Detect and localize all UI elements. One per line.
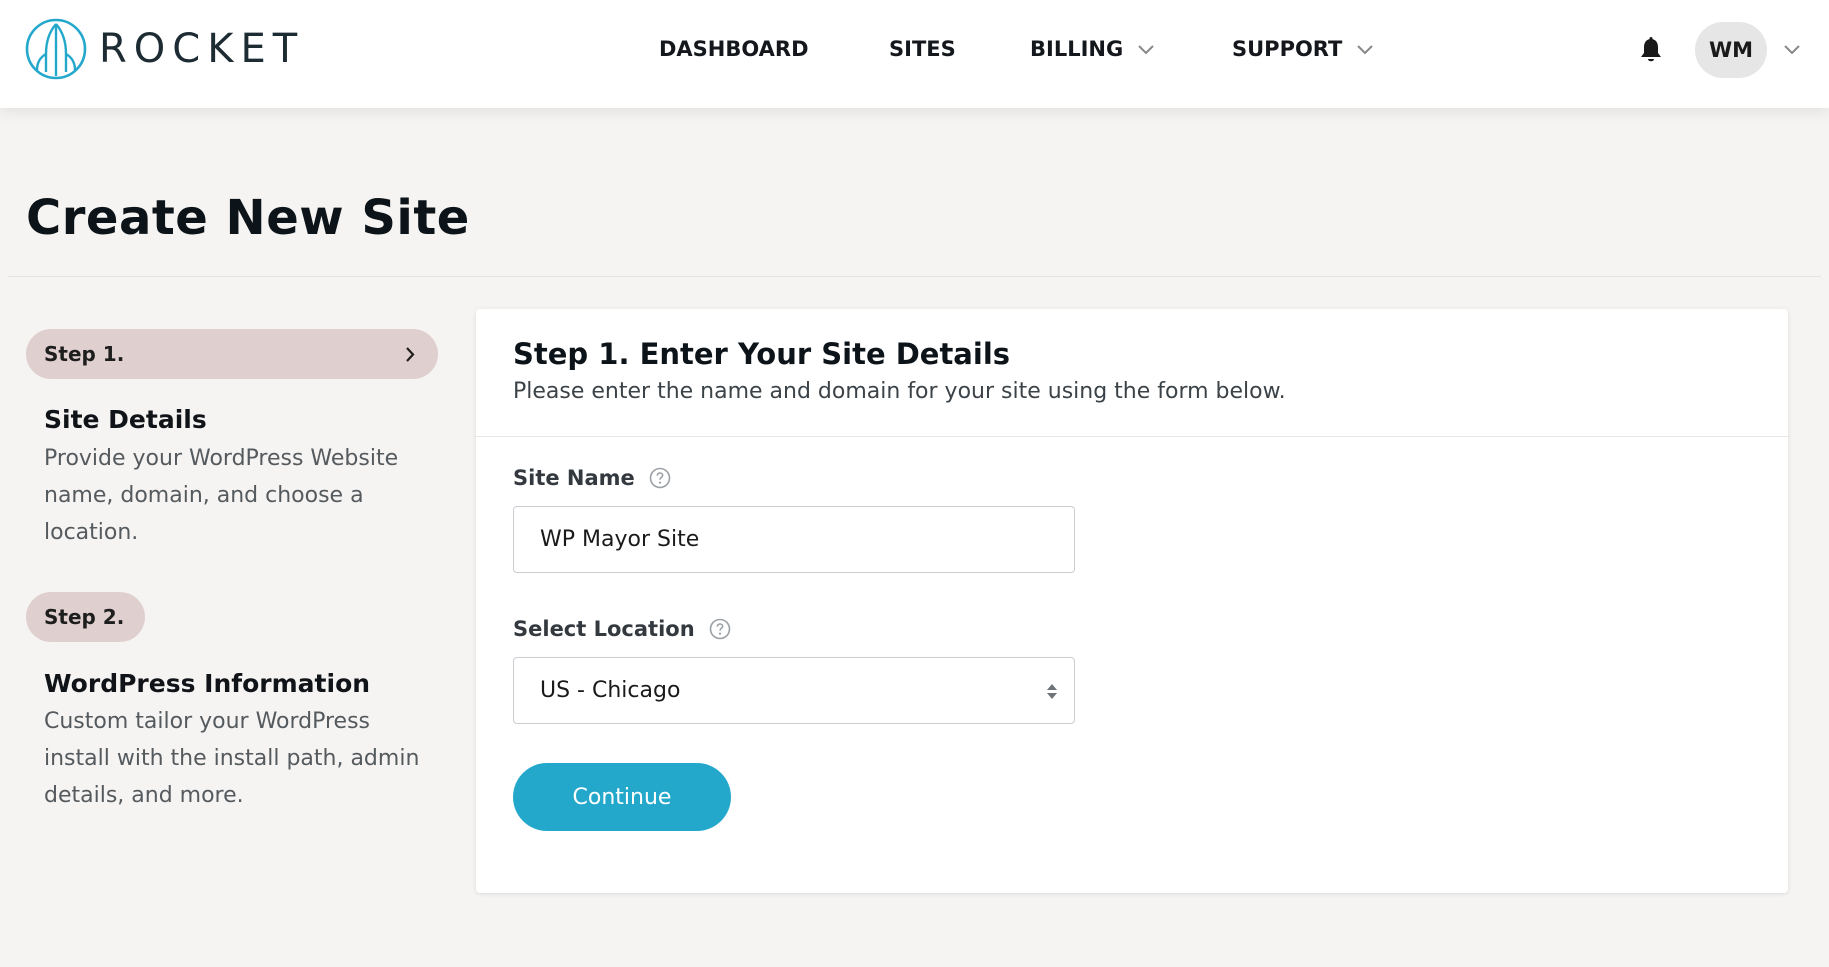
select-arrows-icon <box>1047 684 1057 699</box>
step-1-label: Step 1. <box>44 342 125 366</box>
form-title: Step 1. Enter Your Site Details <box>513 337 1011 371</box>
page-title: Create New Site <box>26 190 470 246</box>
nav-billing-label: BILLING <box>1030 37 1124 61</box>
user-avatar[interactable]: WM <box>1695 22 1767 78</box>
bell-icon[interactable] <box>1638 36 1664 64</box>
form-subtitle: Please enter the name and domain for you… <box>513 379 1286 404</box>
nav-sites[interactable]: SITES <box>889 36 956 62</box>
step-2-heading: WordPress Information <box>44 669 371 698</box>
nav-billing[interactable]: BILLING <box>1030 36 1155 62</box>
site-name-input[interactable] <box>513 506 1075 573</box>
site-name-label: Site Name <box>513 466 671 490</box>
step-1-pill[interactable]: Step 1. <box>26 329 438 379</box>
nav-support[interactable]: SUPPORT <box>1232 36 1374 62</box>
continue-button[interactable]: Continue <box>513 763 731 831</box>
question-circle-icon[interactable] <box>709 618 731 640</box>
chevron-down-icon[interactable] <box>1783 43 1801 55</box>
location-label-text: Select Location <box>513 617 695 641</box>
step-2-pill[interactable]: Step 2. <box>26 592 145 642</box>
nav-support-label: SUPPORT <box>1232 37 1343 61</box>
step-2-description: Custom tailor your WordPress install wit… <box>44 709 420 808</box>
nav-dashboard-label: DASHBOARD <box>659 37 809 61</box>
site-details-card: Step 1. Enter Your Site Details Please e… <box>476 309 1788 893</box>
location-select[interactable]: US - Chicago <box>513 657 1075 724</box>
nav-dashboard[interactable]: DASHBOARD <box>659 36 809 62</box>
top-navigation-bar: ROCKET DASHBOARD SITES BILLING SUPPORT W… <box>0 0 1829 108</box>
step-1-description: Provide your WordPress Website name, dom… <box>44 446 399 545</box>
step-2-label: Step 2. <box>44 605 125 629</box>
location-selected-value: US - Chicago <box>540 678 681 703</box>
chevron-down-icon <box>1138 45 1154 55</box>
chevron-right-icon <box>406 347 415 362</box>
card-divider <box>476 436 1788 437</box>
title-divider <box>8 276 1821 277</box>
user-initials: WM <box>1708 38 1754 62</box>
main-nav: DASHBOARD SITES BILLING SUPPORT <box>0 0 1829 100</box>
location-label: Select Location <box>513 617 731 641</box>
nav-sites-label: SITES <box>889 37 956 61</box>
question-circle-icon[interactable] <box>649 467 671 489</box>
site-name-label-text: Site Name <box>513 466 635 490</box>
chevron-down-icon <box>1357 45 1374 55</box>
step-1-heading: Site Details <box>44 405 207 434</box>
